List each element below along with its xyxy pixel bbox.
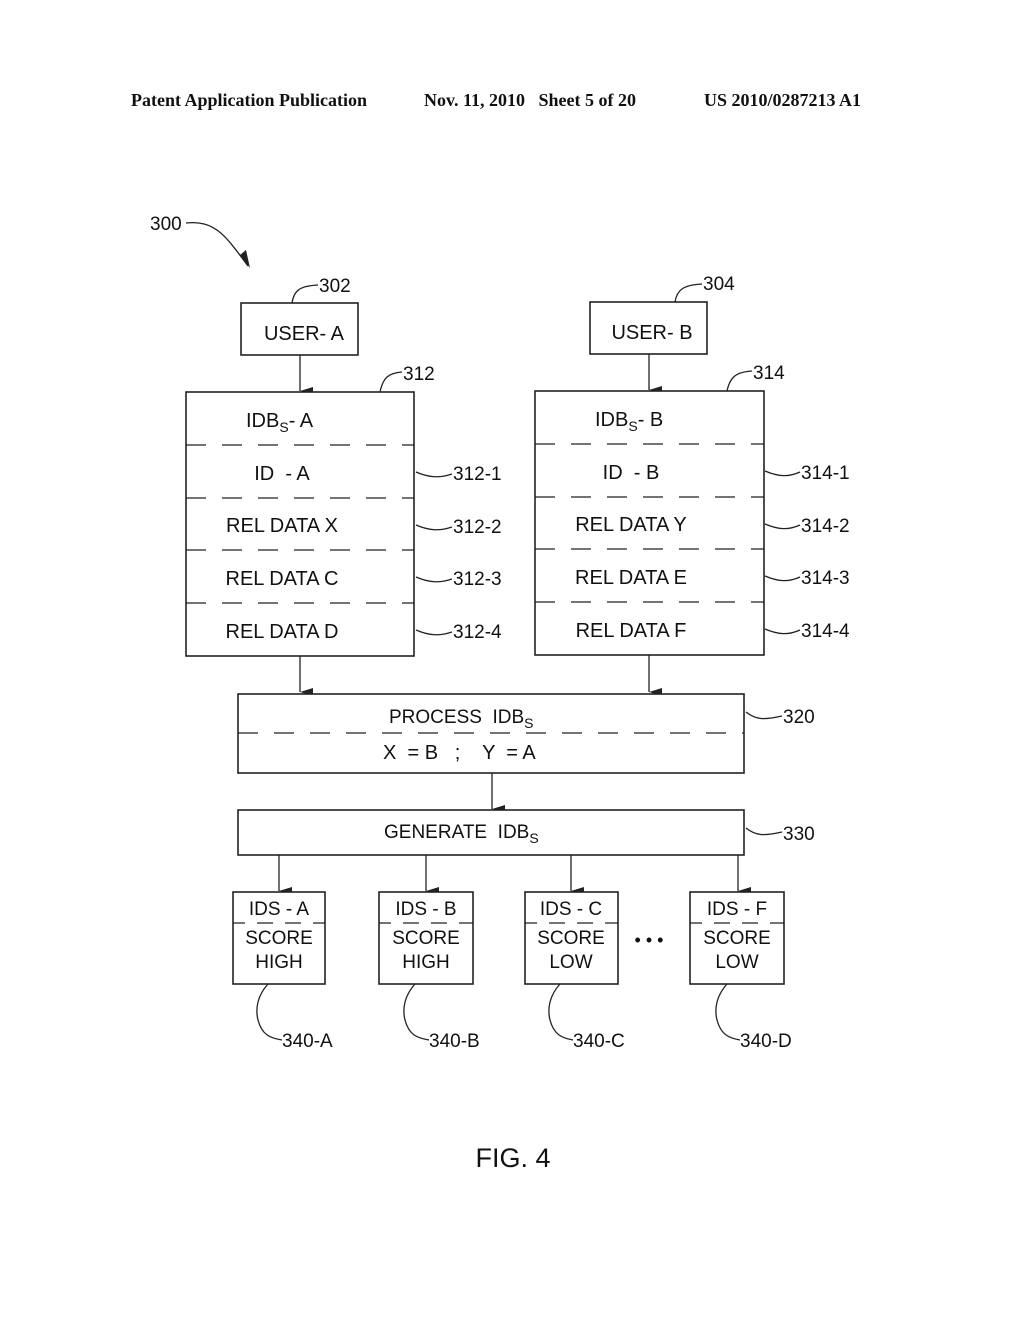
output-d-score: SCORE bbox=[703, 928, 771, 949]
output-c-node: IDS - C SCORE LOW 340-C bbox=[524, 891, 625, 1052]
ref-314: 314 bbox=[753, 363, 785, 384]
idb-b-row-1: ID - B bbox=[603, 462, 660, 484]
process-rule: X = B ; Y = A bbox=[383, 742, 536, 764]
idb-a-row-1: ID - A bbox=[254, 463, 310, 485]
figure-caption: FIG. 4 bbox=[475, 1143, 550, 1173]
idb-a-row-2: REL DATA X bbox=[226, 515, 338, 537]
process-title: PROCESS IDBS bbox=[389, 707, 534, 731]
idb-b-row-4: REL DATA F bbox=[576, 620, 687, 642]
ref-314-1: 314-1 bbox=[801, 463, 850, 484]
ref-300-arrowhead bbox=[240, 250, 250, 268]
ref-304: 304 bbox=[703, 274, 735, 295]
user-a-label: USER- A bbox=[264, 323, 345, 345]
output-a-id: IDS - A bbox=[249, 899, 310, 920]
ref-314-2: 314-2 bbox=[801, 516, 850, 537]
output-a-level: HIGH bbox=[255, 952, 303, 973]
ref-312-2: 312-2 bbox=[453, 517, 502, 538]
ref-340-c: 340-C bbox=[573, 1031, 625, 1052]
ref-312: 312 bbox=[403, 364, 435, 385]
ref-314-leader bbox=[726, 370, 753, 392]
ref-312-leader bbox=[379, 371, 403, 393]
user-b-node: USER- B 304 bbox=[589, 274, 735, 355]
output-d-node: IDS - F SCORE LOW 340-D bbox=[689, 891, 792, 1052]
ref-300: 300 bbox=[150, 214, 182, 235]
ref-312-1: 312-1 bbox=[453, 464, 502, 485]
generate-title: GENERATE IDBS bbox=[384, 822, 539, 846]
ref-304-leader bbox=[674, 283, 703, 303]
output-b-score: SCORE bbox=[392, 928, 460, 949]
generate-node: GENERATE IDBS 330 bbox=[237, 809, 815, 856]
process-node: PROCESS IDBS X = B ; Y = A 320 bbox=[237, 693, 815, 774]
user-a-node: USER- A 302 bbox=[240, 276, 359, 356]
ref-340-d: 340-D bbox=[740, 1031, 792, 1052]
output-d-level: LOW bbox=[715, 952, 758, 973]
output-c-level: LOW bbox=[549, 952, 592, 973]
idb-b-row-2: REL DATA Y bbox=[575, 514, 687, 536]
output-a-node: IDS - A SCORE HIGH 340-A bbox=[232, 891, 333, 1052]
figure-diagram: 300 USER- A 302 USER- B 304 IDBS- A ID -… bbox=[150, 214, 850, 1173]
ellipsis-more-outputs: • • • bbox=[635, 930, 664, 950]
output-b-id: IDS - B bbox=[395, 899, 456, 920]
ref-300-leader bbox=[185, 221, 249, 267]
output-b-level: HIGH bbox=[402, 952, 450, 973]
output-c-id: IDS - C bbox=[540, 899, 602, 920]
idb-b-node: IDBS- B ID - B REL DATA Y REL DATA E REL… bbox=[534, 363, 850, 656]
ref-314-3: 314-3 bbox=[801, 568, 850, 589]
ref-312-3: 312-3 bbox=[453, 569, 502, 590]
output-a-score: SCORE bbox=[245, 928, 313, 949]
ref-312-4: 312-4 bbox=[453, 622, 502, 643]
ref-340-b: 340-B bbox=[429, 1031, 480, 1052]
idb-a-row-4: REL DATA D bbox=[226, 621, 339, 643]
user-b-label: USER- B bbox=[611, 322, 692, 344]
idb-a-row-3: REL DATA C bbox=[226, 568, 339, 590]
ref-320: 320 bbox=[783, 707, 815, 728]
output-b-node: IDS - B SCORE HIGH 340-B bbox=[378, 891, 480, 1052]
ref-302-leader bbox=[291, 284, 319, 304]
output-d-id: IDS - F bbox=[707, 899, 767, 920]
ref-314-4: 314-4 bbox=[801, 621, 850, 642]
ref-330: 330 bbox=[783, 824, 815, 845]
output-c-score: SCORE bbox=[537, 928, 605, 949]
idb-b-row-3: REL DATA E bbox=[575, 567, 687, 589]
idb-a-node: IDBS- A ID - A REL DATA X REL DATA C REL… bbox=[185, 364, 502, 657]
ref-340-a: 340-A bbox=[282, 1031, 333, 1052]
ref-302: 302 bbox=[319, 276, 351, 297]
